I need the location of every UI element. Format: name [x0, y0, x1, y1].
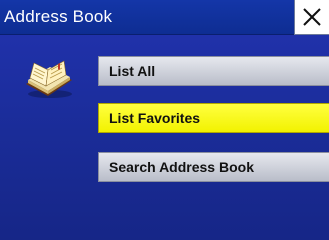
title-bar: Address Book	[0, 0, 329, 35]
search-address-book-button[interactable]: Search Address Book	[98, 152, 329, 182]
list-favorites-button[interactable]: List Favorites	[98, 103, 329, 133]
address-book-icon	[26, 60, 72, 98]
list-all-label: List All	[109, 63, 156, 79]
search-address-book-label: Search Address Book	[109, 159, 254, 175]
list-all-button[interactable]: List All	[98, 56, 329, 86]
list-favorites-label: List Favorites	[109, 110, 201, 126]
close-button[interactable]	[294, 0, 329, 35]
page-title: Address Book	[4, 7, 113, 26]
close-icon	[303, 8, 321, 26]
address-book-screen: Address Book List All List Favorites Sea…	[0, 0, 329, 240]
